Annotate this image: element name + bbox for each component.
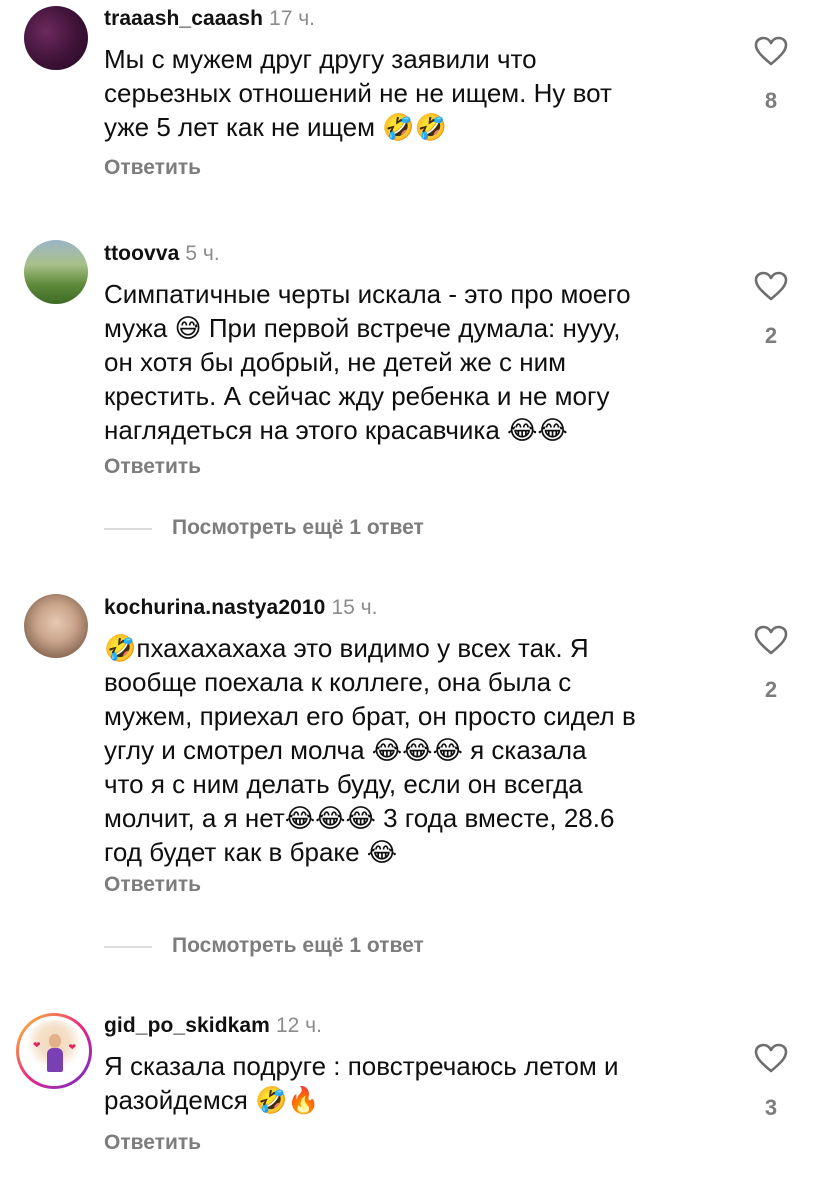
username[interactable]: gid_po_skidkam bbox=[104, 1014, 270, 1037]
like-count: 3 bbox=[764, 1095, 778, 1120]
username[interactable]: ttoovva bbox=[104, 242, 179, 265]
comment-meta: ttoovva 5 ч. bbox=[104, 241, 220, 267]
comment-text: Мы с мужем друг другу заявили что серьез… bbox=[104, 44, 612, 142]
comment-text: 🤣пхахахахаха это видимо у всех так. Я во… bbox=[104, 633, 636, 867]
username[interactable]: kochurina.nastya2010 bbox=[104, 596, 325, 619]
heart-outline-icon bbox=[754, 36, 788, 66]
avatar-figure-head bbox=[49, 1034, 61, 1048]
heart-outline-icon bbox=[754, 271, 788, 301]
reply-button[interactable]: Ответить bbox=[104, 873, 201, 897]
reply-button[interactable]: Ответить bbox=[104, 455, 201, 479]
timestamp: 17 ч. bbox=[269, 7, 315, 30]
reply-button[interactable]: Ответить bbox=[104, 1131, 201, 1155]
like-button[interactable] bbox=[752, 36, 790, 66]
view-more-label[interactable]: Посмотреть ещё 1 ответ bbox=[172, 514, 424, 542]
username[interactable]: traaash_caaash bbox=[104, 7, 263, 30]
comment-text: Я сказала подруге : повстречаюсь летом и… bbox=[104, 1051, 619, 1115]
comment-text: Симпатичные черты искала - это про моего… bbox=[104, 279, 631, 445]
comment-meta: traaash_caaash 17 ч. bbox=[104, 6, 315, 32]
reply-button[interactable]: Ответить bbox=[104, 156, 201, 180]
divider-line bbox=[104, 528, 152, 530]
like-button[interactable] bbox=[752, 625, 790, 655]
avatar-figure-body bbox=[47, 1048, 63, 1072]
timestamp: 15 ч. bbox=[331, 596, 378, 619]
avatar[interactable] bbox=[24, 240, 88, 304]
avatar[interactable] bbox=[24, 6, 88, 70]
divider-line bbox=[104, 946, 152, 948]
comment-meta: kochurina.nastya2010 15 ч. bbox=[104, 595, 377, 621]
timestamp: 12 ч. bbox=[275, 1014, 322, 1037]
like-count: 8 bbox=[764, 88, 778, 113]
view-more-label[interactable]: Посмотреть ещё 1 ответ bbox=[172, 932, 424, 960]
avatar-image: ❤ ❤ bbox=[23, 1020, 85, 1082]
like-count: 2 bbox=[764, 677, 778, 702]
heart-icon: ❤ bbox=[33, 1040, 41, 1050]
like-button[interactable] bbox=[752, 271, 790, 301]
like-button[interactable] bbox=[752, 1043, 790, 1073]
heart-icon: ❤ bbox=[68, 1042, 76, 1052]
heart-outline-icon bbox=[754, 625, 788, 655]
avatar[interactable]: ❤ ❤ bbox=[16, 1013, 92, 1089]
avatar[interactable] bbox=[24, 594, 88, 658]
timestamp: 5 ч. bbox=[185, 242, 220, 265]
comment-meta: gid_po_skidkam 12 ч. bbox=[104, 1013, 322, 1039]
heart-outline-icon bbox=[754, 1043, 788, 1073]
like-count: 2 bbox=[764, 323, 778, 348]
